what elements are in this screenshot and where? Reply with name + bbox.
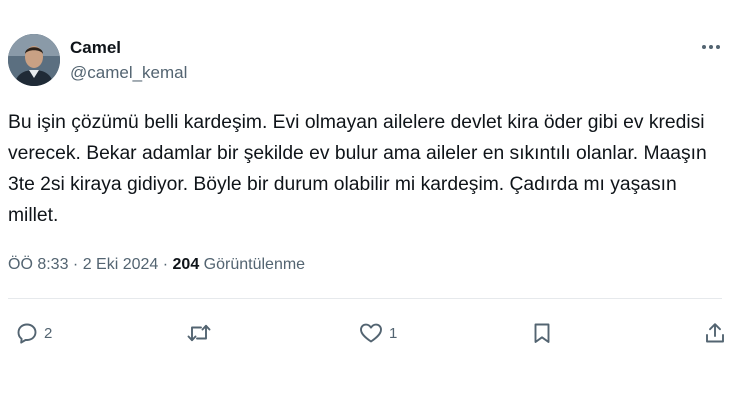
retweet-icon — [187, 324, 211, 342]
share-button[interactable] — [703, 316, 727, 350]
share-icon — [706, 323, 724, 343]
bookmark-button[interactable] — [530, 316, 554, 350]
retweet-button[interactable] — [186, 316, 217, 350]
tweet-timestamp[interactable]: ÖÖ 8:33 · 2 Eki 2024 · — [8, 256, 173, 273]
tweet-meta: ÖÖ 8:33 · 2 Eki 2024 · 204 Görüntülenme — [8, 255, 305, 275]
bookmark-icon — [534, 323, 550, 343]
avatar[interactable] — [8, 34, 60, 86]
tweet-card: Camel @camel_kemal Bu işin çözümü belli … — [0, 0, 730, 420]
heart-icon — [360, 323, 382, 343]
tweet-text: Bu işin çözümü belli kardeşim. Evi olmay… — [8, 112, 707, 226]
like-count: 1 — [389, 324, 398, 342]
views-label: Görüntülenme — [199, 256, 306, 273]
more-dots-icon — [702, 45, 720, 49]
like-button[interactable]: 1 — [358, 316, 397, 350]
action-bar: 2 1 — [0, 316, 730, 350]
profile-photo-icon — [8, 34, 60, 86]
reply-count: 2 — [44, 324, 53, 342]
reply-icon — [17, 323, 37, 344]
user-handle[interactable]: @camel_kemal — [70, 63, 187, 83]
divider — [8, 298, 722, 299]
views-count: 204 — [172, 256, 200, 273]
more-options-button[interactable] — [698, 36, 724, 58]
reply-button[interactable]: 2 — [15, 316, 52, 350]
display-name[interactable]: Camel — [70, 38, 121, 58]
